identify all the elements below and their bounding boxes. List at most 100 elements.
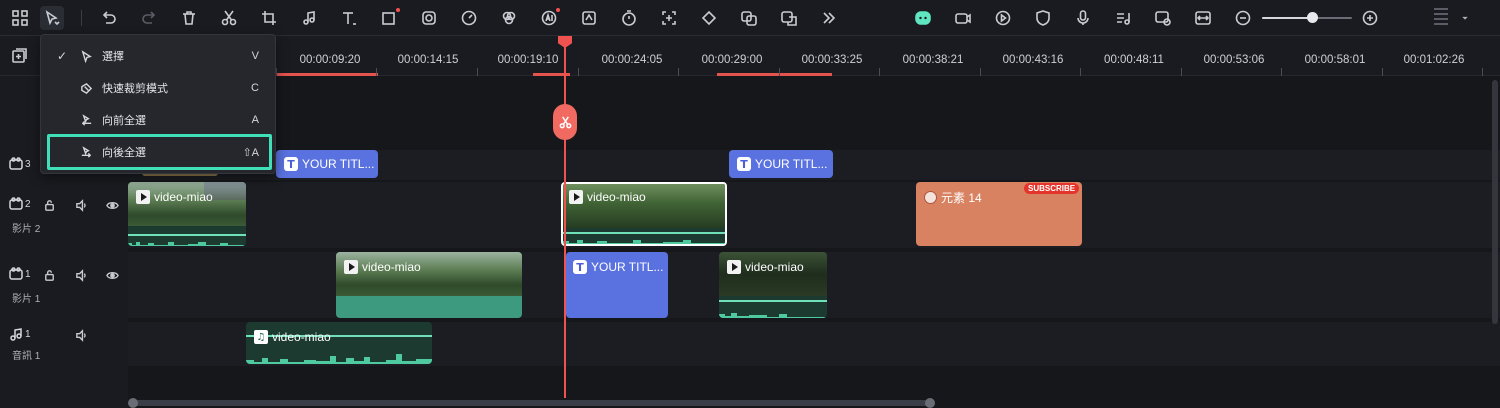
lane-video-2	[128, 182, 1500, 248]
ruler-tick-label: 00:00:38:21	[902, 54, 964, 66]
track-number: 1	[25, 268, 31, 280]
eye-icon[interactable]	[105, 268, 119, 282]
time-ruler[interactable]: 00:00:09:20 00:00:14:15 00:00:19:10 00:0…	[128, 36, 1500, 76]
horizontal-scrollbar[interactable]	[128, 398, 1500, 408]
volume-icon[interactable]	[74, 268, 88, 282]
toolbar-divider	[81, 10, 82, 26]
music-icon: ♫	[254, 330, 268, 344]
audio-edit-icon[interactable]	[297, 6, 321, 30]
zoom-slider-fill	[1262, 17, 1312, 19]
video-clip[interactable]: video-miao	[336, 252, 522, 318]
track-number: 3	[25, 158, 31, 170]
video-clip[interactable]: video-miao	[719, 252, 827, 318]
music-track-icon	[8, 326, 24, 342]
menu-item-quick-trim[interactable]: 快速裁剪模式 C	[41, 72, 277, 104]
clip-title: video-miao	[154, 190, 213, 204]
title-icon: T	[573, 260, 587, 274]
new-badge	[396, 8, 400, 12]
shape-icon[interactable]	[377, 6, 401, 30]
track-name: 音訊 1	[12, 351, 41, 362]
cut-icon[interactable]	[217, 6, 241, 30]
split-button[interactable]	[553, 104, 577, 140]
clip-title: YOUR TITL...	[302, 157, 375, 171]
shield-icon[interactable]	[1031, 6, 1055, 30]
ai-icon[interactable]	[537, 6, 561, 30]
layout-grip-icon[interactable]	[1434, 8, 1448, 30]
track-name: 影片 2	[12, 224, 41, 235]
record-icon[interactable]	[951, 6, 975, 30]
translate-icon[interactable]	[737, 6, 761, 30]
mic-icon[interactable]	[1071, 6, 1095, 30]
zoom-slider[interactable]	[1262, 12, 1352, 23]
ruler-tick	[477, 68, 478, 76]
speed-icon[interactable]	[457, 6, 481, 30]
ruler-tick	[1080, 68, 1081, 76]
color-icon[interactable]	[497, 6, 521, 30]
title-clip[interactable]: T YOUR TITL...	[729, 150, 833, 178]
music-list-icon[interactable]	[1111, 6, 1135, 30]
crop-icon[interactable]	[257, 6, 281, 30]
vertical-scrollbar[interactable]	[1492, 80, 1498, 324]
volume-icon[interactable]	[74, 198, 88, 212]
redo-icon[interactable]	[137, 6, 161, 30]
grid-icon[interactable]	[8, 6, 32, 30]
ruler-tick	[980, 68, 981, 76]
more-icon[interactable]	[817, 6, 841, 30]
menu-item-select-forward[interactable]: 向前全選 A	[41, 104, 277, 136]
volume-icon[interactable]	[74, 328, 88, 342]
track-number: 2	[25, 198, 31, 210]
undo-icon[interactable]	[97, 6, 121, 30]
ruler-tick-label: 00:00:33:25	[801, 54, 863, 66]
ruler-tick-label: 00:00:48:11	[1104, 54, 1164, 66]
menu-item-label: 選擇	[102, 51, 124, 63]
keyframe-icon[interactable]	[697, 6, 721, 30]
add-track-icon[interactable]	[8, 44, 32, 68]
scrollbar-handle-left[interactable]	[128, 398, 138, 408]
stabilize-icon[interactable]	[577, 6, 601, 30]
playhead-line[interactable]	[564, 36, 566, 408]
chevron-down-icon[interactable]	[1456, 6, 1474, 30]
text-icon[interactable]	[337, 6, 361, 30]
scrollbar-handle-right[interactable]	[925, 398, 935, 408]
mask-icon[interactable]	[417, 6, 441, 30]
ai-assistant-icon[interactable]	[911, 6, 935, 30]
timeline-area[interactable]: T YOUR TITL... T YOUR TITL... video-miao v…	[128, 76, 1500, 398]
menu-item-shortcut: C	[251, 82, 259, 94]
ruler-tick-label: 00:00:24:05	[601, 54, 663, 66]
element-clip[interactable]: 元素 14 SUBSCRIBE	[916, 182, 1082, 246]
zoom-fit-icon[interactable]	[657, 6, 681, 30]
video-clip[interactable]: video-miao	[128, 182, 246, 246]
video-clip-selected[interactable]: video-miao	[561, 182, 727, 246]
title-icon: T	[284, 157, 298, 171]
clip-title: video-miao	[272, 330, 331, 344]
audio-level-line	[563, 232, 725, 234]
audio-clip[interactable]: ♫ video-miao	[246, 322, 432, 364]
select-tool-icon[interactable]	[40, 6, 64, 30]
timer-icon[interactable]	[617, 6, 641, 30]
scrollbar-thumb[interactable]	[132, 400, 932, 406]
ruler-tick	[1482, 68, 1483, 76]
lock-icon[interactable]	[42, 268, 56, 282]
menu-item-select[interactable]: ✓ 選擇 V	[41, 40, 277, 72]
zoom-out-icon[interactable]	[1231, 6, 1255, 30]
clip-title: video-miao	[587, 190, 646, 204]
eye-icon[interactable]	[105, 198, 119, 212]
lock-icon[interactable]	[42, 198, 56, 212]
render-preview-icon[interactable]	[991, 6, 1015, 30]
title-clip[interactable]: T YOUR TITL...	[566, 252, 668, 318]
trim-icon	[79, 81, 93, 95]
title-clip[interactable]: T YOUR TITL...	[276, 150, 378, 178]
menu-item-shortcut: A	[251, 114, 259, 126]
ruler-tick-label: 00:00:09:20	[299, 54, 361, 66]
fit-width-icon[interactable]	[1191, 6, 1215, 30]
ruler-tick	[678, 68, 679, 76]
ruler-tick-label: 00:00:14:15	[397, 54, 459, 66]
subtitle-icon[interactable]	[777, 6, 801, 30]
zoom-slider-knob[interactable]	[1306, 12, 1318, 23]
delete-icon[interactable]	[177, 6, 201, 30]
auto-icon[interactable]	[1151, 6, 1175, 30]
zoom-in-icon[interactable]	[1358, 6, 1382, 30]
play-icon	[136, 190, 150, 204]
highlight-box	[47, 134, 272, 170]
track-header-audio-1: 1 音訊 1	[0, 320, 128, 366]
